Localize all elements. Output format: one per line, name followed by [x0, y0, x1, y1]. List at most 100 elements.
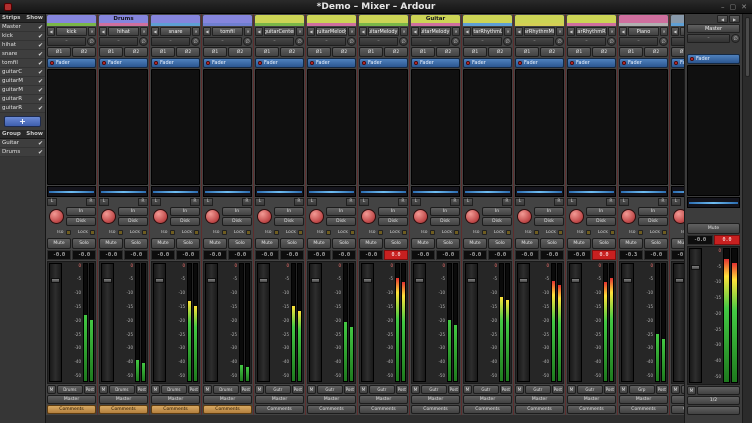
- mono-button[interactable]: M: [359, 385, 368, 394]
- trim-knob[interactable]: [621, 209, 636, 224]
- narrow-strip-icon[interactable]: ◀: [47, 27, 55, 36]
- output-button[interactable]: Master: [411, 395, 460, 404]
- gain-fader[interactable]: [153, 263, 166, 382]
- solo-lock-led[interactable]: [662, 230, 667, 235]
- panner[interactable]: [359, 186, 408, 197]
- phase-invert-icon[interactable]: ∅: [347, 37, 356, 46]
- comments-button[interactable]: Comments: [203, 405, 252, 414]
- mute-button[interactable]: Mute: [307, 238, 331, 249]
- output-button[interactable]: Master: [307, 395, 356, 404]
- disk-monitor-button[interactable]: Disk: [378, 217, 408, 226]
- close-window-icon[interactable]: ✕: [741, 3, 747, 11]
- mute-button[interactable]: Mute: [567, 238, 591, 249]
- solo-iso-led[interactable]: [170, 230, 175, 235]
- solo-button[interactable]: Solo: [436, 238, 460, 249]
- input-button[interactable]: –: [567, 37, 606, 46]
- comments-button[interactable]: Comments: [463, 405, 512, 414]
- solo-lock-led[interactable]: [558, 230, 563, 235]
- pan-right-button[interactable]: R: [658, 198, 668, 206]
- peak-display[interactable]: -0.0: [488, 250, 512, 260]
- processor-led[interactable]: [154, 61, 158, 65]
- group-tab[interactable]: [515, 15, 564, 23]
- master-comments-button[interactable]: [687, 406, 740, 415]
- mono-button[interactable]: M: [99, 385, 108, 394]
- close-strip-icon[interactable]: ✕: [296, 27, 304, 36]
- metering-point-button[interactable]: Post: [84, 385, 96, 394]
- phase-channel-1-button[interactable]: Ø1: [307, 47, 331, 57]
- fader-processor-entry[interactable]: Fader: [47, 58, 96, 68]
- minimize-icon[interactable]: –: [721, 3, 725, 11]
- comments-button[interactable]: Comments: [671, 405, 684, 414]
- master-panner[interactable]: [687, 197, 740, 208]
- track-name-button[interactable]: guitarMelody 3: [420, 27, 451, 36]
- trim-knob[interactable]: [257, 209, 272, 224]
- processor-box[interactable]: [619, 69, 668, 185]
- gain-display[interactable]: -0.0: [47, 250, 71, 260]
- comments-button[interactable]: Comments: [411, 405, 460, 414]
- fader-handle[interactable]: [571, 278, 580, 283]
- comments-button[interactable]: Comments: [307, 405, 356, 414]
- pan-left-button[interactable]: L: [567, 198, 577, 206]
- processor-box[interactable]: [203, 69, 252, 185]
- phase-invert-icon[interactable]: ∅: [87, 37, 96, 46]
- processor-led[interactable]: [102, 61, 106, 65]
- panner[interactable]: [619, 186, 668, 197]
- processor-led[interactable]: [310, 61, 314, 65]
- group-button[interactable]: Drums: [213, 385, 239, 394]
- gain-fader[interactable]: [257, 263, 270, 382]
- close-strip-icon[interactable]: ✕: [192, 27, 200, 36]
- add-strip-button[interactable]: +: [4, 116, 41, 127]
- group-button[interactable]: Gutr: [265, 385, 291, 394]
- narrow-strip-icon[interactable]: ◀: [151, 27, 159, 36]
- mono-button[interactable]: M: [463, 385, 472, 394]
- metering-point-button[interactable]: Post: [240, 385, 252, 394]
- phase-invert-icon[interactable]: ∅: [295, 37, 304, 46]
- output-button[interactable]: Master: [463, 395, 512, 404]
- pan-left-button[interactable]: L: [255, 198, 265, 206]
- mono-button[interactable]: M: [411, 385, 420, 394]
- disk-monitor-button[interactable]: Disk: [118, 217, 148, 226]
- processor-led[interactable]: [466, 61, 470, 65]
- peak-display[interactable]: -0.0: [540, 250, 564, 260]
- processor-box[interactable]: [255, 69, 304, 185]
- gain-display[interactable]: -0.0: [307, 250, 331, 260]
- group-tab[interactable]: Guitar: [411, 15, 460, 23]
- metering-point-button[interactable]: Post: [188, 385, 200, 394]
- fader-handle[interactable]: [103, 278, 112, 283]
- close-strip-icon[interactable]: ✕: [452, 27, 460, 36]
- input-button[interactable]: –: [99, 37, 138, 46]
- output-button[interactable]: Master: [99, 395, 148, 404]
- disk-monitor-button[interactable]: Disk: [170, 217, 200, 226]
- pan-left-button[interactable]: L: [99, 198, 109, 206]
- metering-point-button[interactable]: Post: [344, 385, 356, 394]
- input-monitor-button[interactable]: In: [638, 207, 668, 216]
- fader-processor-entry[interactable]: Fader: [671, 58, 684, 68]
- group-button[interactable]: Gutr: [369, 385, 395, 394]
- pan-right-button[interactable]: R: [346, 198, 356, 206]
- phase-channel-1-button[interactable]: Ø1: [411, 47, 435, 57]
- master-gain-fader[interactable]: [689, 248, 702, 383]
- master-metering-point-button[interactable]: [697, 386, 740, 395]
- sidebar-strip-item[interactable]: guitarC✔: [0, 68, 45, 77]
- phase-channel-1-button[interactable]: Ø1: [619, 47, 643, 57]
- sidebar-strip-item[interactable]: guitarM✔: [0, 77, 45, 86]
- comments-button[interactable]: Comments: [359, 405, 408, 414]
- mono-button[interactable]: M: [567, 385, 576, 394]
- metering-point-button[interactable]: Post: [604, 385, 616, 394]
- pan-left-button[interactable]: L: [151, 198, 161, 206]
- gain-fader[interactable]: [621, 263, 634, 382]
- master-phase-icon[interactable]: ∅: [731, 34, 740, 43]
- disk-monitor-button[interactable]: Disk: [326, 217, 356, 226]
- mono-button[interactable]: M: [619, 385, 628, 394]
- mono-button[interactable]: M: [47, 385, 56, 394]
- group-button[interactable]: Drums: [57, 385, 83, 394]
- mono-button[interactable]: M: [671, 385, 680, 394]
- fader-handle[interactable]: [519, 278, 528, 283]
- processor-led[interactable]: [50, 61, 54, 65]
- mono-button[interactable]: M: [255, 385, 264, 394]
- peak-display[interactable]: -0.0: [436, 250, 460, 260]
- solo-lock-led[interactable]: [194, 230, 199, 235]
- comments-button[interactable]: Comments: [255, 405, 304, 414]
- phase-channel-2-button[interactable]: Ø2: [592, 47, 616, 57]
- solo-lock-led[interactable]: [90, 230, 95, 235]
